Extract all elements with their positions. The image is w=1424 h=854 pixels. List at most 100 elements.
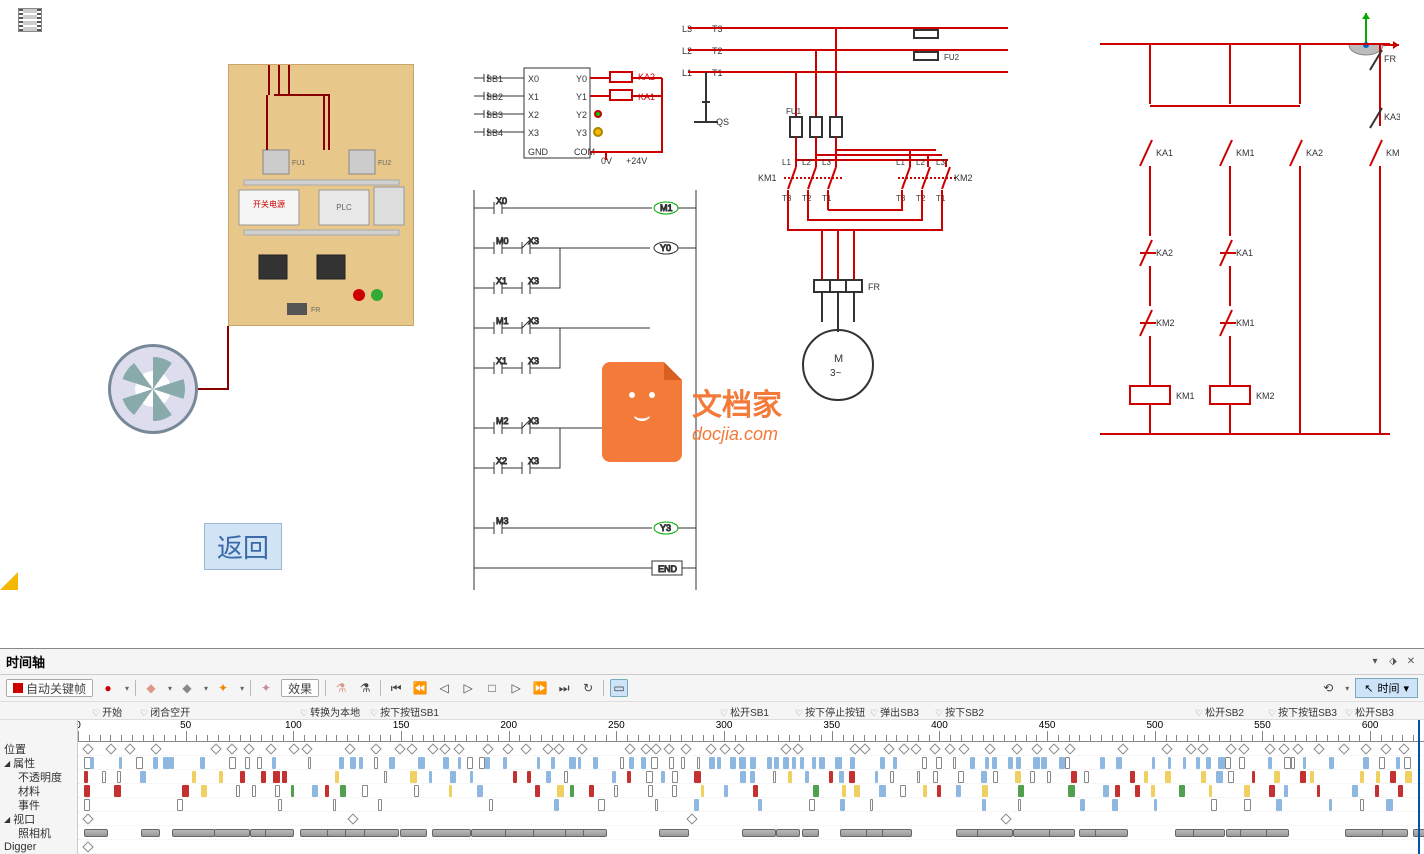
svg-text:M2: M2 <box>496 416 509 426</box>
track-opacity[interactable]: 不透明度 <box>0 770 77 784</box>
svg-text:X1: X1 <box>496 356 507 366</box>
stop-icon[interactable]: □ <box>483 679 501 697</box>
filter-2-icon[interactable]: ⚗ <box>356 679 374 697</box>
track-viewport[interactable]: ◢视口 <box>0 812 77 826</box>
svg-text:Y3: Y3 <box>576 128 587 138</box>
svg-text:X3: X3 <box>528 456 539 466</box>
svg-text:L2: L2 <box>916 158 925 167</box>
filter-1-icon[interactable]: ⚗ <box>332 679 350 697</box>
playhead[interactable] <box>1418 720 1420 854</box>
return-button[interactable]: 返回 <box>204 523 282 570</box>
svg-text:KM2: KM2 <box>1256 391 1275 401</box>
svg-text:X1: X1 <box>528 92 539 102</box>
svg-text:KA2: KA2 <box>1156 248 1173 258</box>
marker[interactable]: 按下按钮SB1 <box>370 704 439 719</box>
svg-text:QS: QS <box>716 117 729 127</box>
track-material[interactable]: 材料 <box>0 784 77 798</box>
svg-text:SB4: SB4 <box>486 128 503 138</box>
svg-text:FR: FR <box>311 307 320 314</box>
key-tool-1-icon[interactable]: ◆ <box>142 679 160 697</box>
svg-text:T3: T3 <box>782 194 792 203</box>
svg-text:M1: M1 <box>660 203 673 213</box>
record-menu[interactable] <box>123 682 129 694</box>
svg-text:KA1: KA1 <box>1236 248 1253 258</box>
timeline-body: 位置 ◢属性 不透明度 材料 事件 ◢视口 照相机 Digger 0501001… <box>0 720 1424 854</box>
mode-icon[interactable]: ▭ <box>610 679 628 697</box>
effects-icon[interactable]: ✦ <box>257 679 275 697</box>
svg-text:T2: T2 <box>802 194 812 203</box>
autokey-toggle[interactable]: 自动关键帧 <box>6 679 93 697</box>
track-event[interactable]: 事件 <box>0 798 77 812</box>
goto-start-icon[interactable]: ⏮ <box>387 679 405 697</box>
svg-text:T1: T1 <box>936 194 946 203</box>
track-digger[interactable]: Digger <box>0 840 77 854</box>
svg-text:X3: X3 <box>528 356 539 366</box>
goto-end-icon[interactable]: ⏭ <box>555 679 573 697</box>
marker[interactable]: 弹出SB3 <box>870 704 919 719</box>
svg-text:KM2: KM2 <box>1386 148 1400 158</box>
svg-text:KA2: KA2 <box>1306 148 1323 158</box>
next-frame-icon[interactable]: ▷ <box>507 679 525 697</box>
marker[interactable]: 按下SB2 <box>935 704 984 719</box>
marker[interactable]: 松开SB1 <box>720 704 769 719</box>
marker[interactable]: 松开SB2 <box>1195 704 1244 719</box>
svg-text:SB1: SB1 <box>486 74 503 84</box>
svg-text:KM1: KM1 <box>1236 318 1255 328</box>
record-icon[interactable]: ● <box>99 679 117 697</box>
next-key-icon[interactable]: ⏩ <box>531 679 549 697</box>
track-camera[interactable]: 照相机 <box>0 826 77 840</box>
marker[interactable]: 转换为本地 <box>300 704 360 719</box>
timeline-toolbar: 自动关键帧 ● ◆ ◆ ✦ ✦ 效果 ⚗ ⚗ ⏮ ⏪ ◁ ▷ □ ▷ ⏩ ⏭ ↻… <box>0 675 1424 702</box>
film-icon[interactable] <box>18 8 42 32</box>
play-icon[interactable]: ▷ <box>459 679 477 697</box>
key-tool-2-icon[interactable]: ◆ <box>178 679 196 697</box>
timeline-ruler[interactable]: 050100150200250300350400450500550600 <box>78 720 1424 742</box>
svg-text:KA1: KA1 <box>1156 148 1173 158</box>
markers-row: 开始 闭合空开 转换为本地按下按钮SB1 松开SB1 按下停止按钮弹出SB3 按下SB2 松… <box>0 702 1424 720</box>
marker[interactable]: 按下按钮SB3 <box>1268 704 1337 719</box>
time-mode-button[interactable]: ↖ 时间 ▾ <box>1355 678 1418 698</box>
fit-icon[interactable]: ⟲ <box>1319 679 1337 697</box>
svg-text:FR: FR <box>868 282 880 292</box>
prev-key-icon[interactable]: ⏪ <box>411 679 429 697</box>
tracks-area[interactable]: 050100150200250300350400450500550600 <box>78 720 1424 854</box>
docjia-logo-icon: ⌣ <box>602 362 682 462</box>
svg-text:T3: T3 <box>896 194 906 203</box>
svg-text:X2: X2 <box>496 456 507 466</box>
svg-text:SB3: SB3 <box>486 110 503 120</box>
panel-pin-icon[interactable]: ⬗ <box>1386 655 1400 669</box>
svg-text:KA3: KA3 <box>1384 112 1400 122</box>
loop-icon[interactable]: ↻ <box>579 679 597 697</box>
svg-text:+24V: +24V <box>626 156 647 166</box>
track-attributes[interactable]: ◢属性 <box>0 756 77 770</box>
svg-text:T1: T1 <box>822 194 832 203</box>
track-labels: 位置 ◢属性 不透明度 材料 事件 ◢视口 照相机 Digger <box>0 720 78 854</box>
svg-text:Y0: Y0 <box>576 74 587 84</box>
svg-text:L3: L3 <box>822 158 831 167</box>
corner-indicator <box>0 572 18 590</box>
svg-text:M: M <box>834 353 843 365</box>
motor-fan <box>108 344 198 434</box>
panel-minimize-icon[interactable]: ▾ <box>1368 655 1382 669</box>
prev-frame-icon[interactable]: ◁ <box>435 679 453 697</box>
svg-text:FU2: FU2 <box>944 53 960 62</box>
svg-text:X3: X3 <box>528 316 539 326</box>
svg-text:L3: L3 <box>936 158 945 167</box>
key-tool-3-icon[interactable]: ✦ <box>214 679 232 697</box>
svg-text:L1: L1 <box>896 158 905 167</box>
svg-text:L1: L1 <box>782 158 791 167</box>
effects-button[interactable]: 效果 <box>281 679 319 697</box>
svg-text:X3: X3 <box>528 276 539 286</box>
marker[interactable]: 松开SB3 <box>1345 704 1394 719</box>
marker[interactable]: 开始 <box>92 704 122 719</box>
svg-text:END: END <box>658 564 678 574</box>
canvas-area[interactable]: 开关电源 PLC FU1 FU2 FR X0Y0 X1Y1 X2Y2 X3Y3 … <box>0 0 1424 648</box>
marker[interactable]: 按下停止按钮 <box>795 704 865 719</box>
panel-close-icon[interactable]: ✕ <box>1404 655 1418 669</box>
track-position[interactable]: 位置 <box>0 742 77 756</box>
timeline-title: 时间轴 <box>6 652 45 671</box>
marker[interactable]: 闭合空开 <box>140 704 190 719</box>
svg-text:KM2: KM2 <box>954 173 973 183</box>
svg-text:FU1: FU1 <box>292 160 305 167</box>
svg-text:X2: X2 <box>528 110 539 120</box>
